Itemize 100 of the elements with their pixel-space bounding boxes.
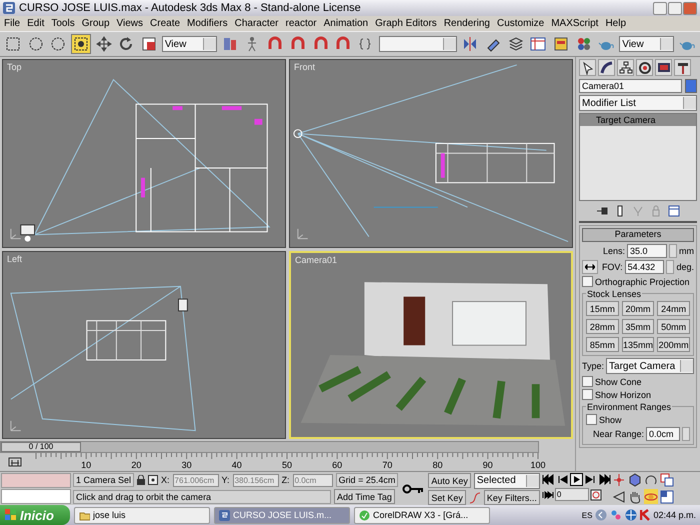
- fov-field[interactable]: 54.432: [624, 260, 664, 274]
- select-object-icon: [72, 36, 89, 52]
- ruler-label: 30: [182, 460, 192, 470]
- menu-item[interactable]: Rendering: [444, 18, 490, 29]
- object-name-field[interactable]: Camera01: [579, 79, 682, 93]
- panel-tab[interactable]: [579, 59, 596, 76]
- configure-sets-icon[interactable]: [668, 205, 680, 217]
- menu-item[interactable]: Create: [150, 18, 180, 29]
- menu-item[interactable]: Character: [234, 18, 279, 29]
- maximize-viewport-button[interactable]: [660, 489, 674, 504]
- z-coordinate-field[interactable]: 0.0cm: [292, 474, 333, 486]
- menu-item[interactable]: Edit: [27, 18, 44, 29]
- time-configuration-icon[interactable]: [590, 488, 602, 500]
- menu-item[interactable]: Views: [116, 18, 144, 29]
- extents-button[interactable]: [660, 472, 674, 487]
- menu-item[interactable]: File: [4, 18, 20, 29]
- key-icon[interactable]: [402, 484, 424, 494]
- track-bar-toggle-icon[interactable]: [8, 457, 22, 467]
- key-filters-button[interactable]: Key Filters...: [484, 490, 540, 505]
- menu-item[interactable]: Tools: [51, 18, 75, 29]
- checkbox[interactable]: [582, 389, 593, 400]
- menu-item[interactable]: Graph Editors: [375, 18, 437, 29]
- lens-button[interactable]: 28mm: [586, 319, 619, 334]
- absolute-mode-icon[interactable]: [148, 475, 158, 485]
- time-slider-track[interactable]: 0 / 100: [0, 441, 539, 453]
- stack-item[interactable]: Target Camera: [580, 114, 696, 126]
- lens-button[interactable]: 200mm: [657, 337, 690, 352]
- lens-field[interactable]: 35.0: [627, 244, 667, 258]
- time-slider-thumb[interactable]: 0 / 100: [1, 442, 81, 452]
- set-key-button[interactable]: Set Key: [428, 490, 466, 505]
- field-of-view-icon: [612, 490, 626, 504]
- go-to-end-button[interactable]: [598, 473, 611, 486]
- orbit-button[interactable]: [644, 489, 658, 504]
- fov-direction-button[interactable]: [582, 260, 598, 274]
- panel-tab[interactable]: [636, 59, 653, 76]
- language-indicator[interactable]: ES: [582, 510, 592, 520]
- taskbar-button[interactable]: jose luis: [74, 506, 210, 524]
- go-to-start-button[interactable]: [542, 473, 555, 486]
- field-label: Type:: [582, 361, 604, 371]
- move-arrows-button[interactable]: [94, 34, 114, 54]
- orbit-icon: [644, 472, 658, 486]
- select-object-button[interactable]: [71, 34, 91, 54]
- menu-item[interactable]: Group: [82, 18, 110, 29]
- field-of-view-button[interactable]: [612, 489, 626, 504]
- menu-item[interactable]: Modifiers: [187, 18, 228, 29]
- menu-item[interactable]: Animation: [324, 18, 368, 29]
- modifier-list-dropdown[interactable]: Modifier List: [579, 95, 697, 111]
- checkbox[interactable]: [582, 276, 593, 287]
- checkbox-label: Show Cone: [595, 376, 642, 386]
- restore-button[interactable]: [668, 2, 682, 14]
- panel-tab[interactable]: [598, 59, 615, 76]
- globe-icon[interactable]: [625, 509, 638, 521]
- key-mode-dropdown[interactable]: Selected: [474, 472, 540, 488]
- taskbar-button[interactable]: CorelDRAW X3 - [Grá...: [354, 506, 490, 524]
- y-coordinate-field[interactable]: 380.156cm: [232, 474, 279, 486]
- cube-button[interactable]: [628, 472, 642, 487]
- lock-icon[interactable]: [137, 475, 146, 485]
- menu-item[interactable]: Customize: [496, 18, 544, 29]
- next-frame-button[interactable]: [584, 473, 597, 486]
- lens-button[interactable]: 135mm: [622, 337, 654, 352]
- key-tangent-icon[interactable]: [468, 492, 481, 504]
- lens-button[interactable]: 35mm: [622, 319, 654, 334]
- pin-icon[interactable]: [596, 205, 608, 217]
- menu-item[interactable]: Help: [605, 18, 626, 29]
- previous-frame-button[interactable]: [556, 473, 569, 486]
- play-button[interactable]: [570, 473, 583, 486]
- add-time-tag-button[interactable]: Add Time Tag: [334, 489, 395, 504]
- menu-item[interactable]: reactor: [286, 18, 317, 29]
- lens-button[interactable]: 15mm: [586, 301, 619, 316]
- group-title: Stock Lenses: [586, 289, 642, 299]
- modifier-stack[interactable]: Target Camera: [579, 113, 697, 201]
- auto-key-button[interactable]: Auto Key: [428, 473, 471, 488]
- near-range-field[interactable]: 0.0cm: [646, 427, 680, 441]
- checkbox[interactable]: [582, 376, 593, 387]
- key-mode-icon[interactable]: [542, 488, 554, 500]
- lens-button[interactable]: 24mm: [657, 301, 690, 316]
- lens-button[interactable]: 85mm: [586, 337, 619, 352]
- camera-type-dropdown[interactable]: Target Camera: [606, 358, 694, 374]
- close-button[interactable]: [683, 2, 697, 14]
- panel-tab[interactable]: [617, 59, 634, 76]
- maxscript-input-field[interactable]: [1, 489, 71, 504]
- x-coordinate-field[interactable]: 761.006cm: [172, 474, 219, 486]
- panel-tab[interactable]: [674, 59, 691, 76]
- network-people-icon[interactable]: [610, 509, 622, 521]
- hand-button[interactable]: [628, 489, 642, 504]
- object-color-swatch[interactable]: [685, 79, 697, 93]
- minimize-button[interactable]: [653, 2, 667, 14]
- current-frame-field[interactable]: 0: [554, 488, 589, 501]
- dropdown[interactable]: View: [619, 36, 674, 52]
- maxscript-listener-field[interactable]: [1, 473, 71, 488]
- menu-item[interactable]: MAXScript: [551, 18, 598, 29]
- dropdown[interactable]: [378, 36, 458, 52]
- checkbox[interactable]: [586, 414, 597, 425]
- grid-size-info: Grid = 25.4cm: [336, 473, 398, 487]
- lens-button[interactable]: 20mm: [622, 301, 654, 316]
- k-logo-icon[interactable]: [640, 509, 650, 521]
- panel-tab[interactable]: [655, 59, 672, 76]
- lens-button[interactable]: 50mm: [657, 319, 690, 334]
- rollout-header[interactable]: Parameters: [582, 228, 694, 242]
- dropdown[interactable]: View: [162, 36, 217, 52]
